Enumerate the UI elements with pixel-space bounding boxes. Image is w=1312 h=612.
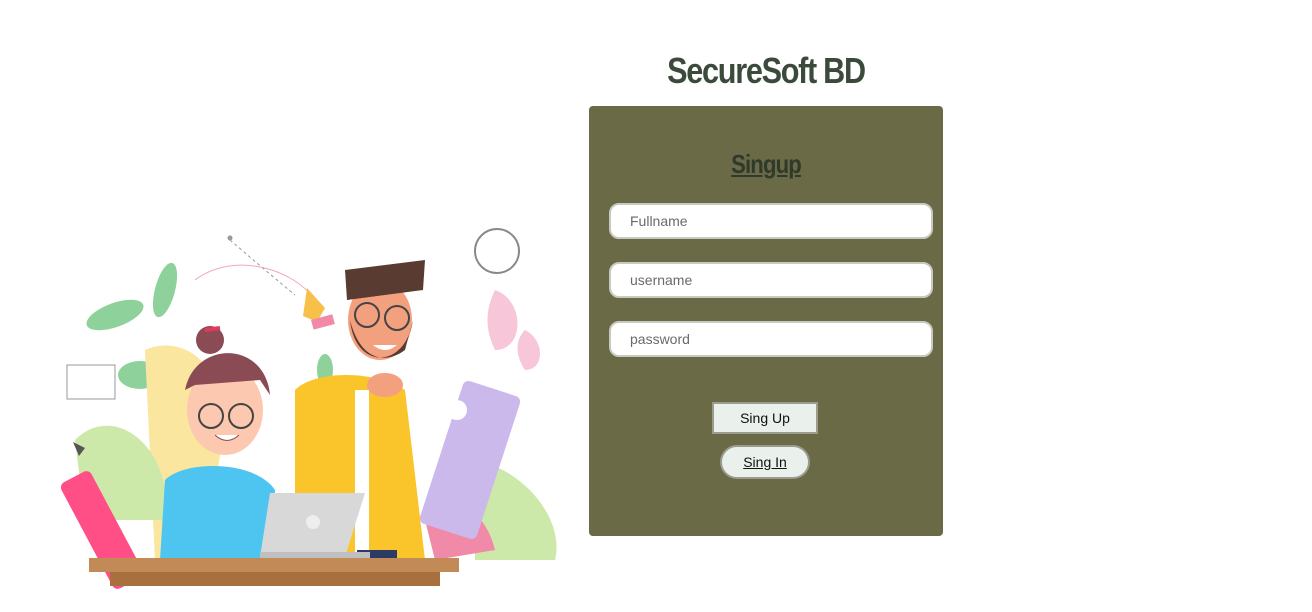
signin-button[interactable]: Sing In	[720, 445, 810, 479]
brand-title: SecureSoft BD	[667, 50, 866, 91]
desk-graphic	[89, 558, 459, 586]
form-title: Singup	[731, 149, 802, 179]
signup-card: Singup Sing Up Sing In	[589, 106, 943, 536]
password-input[interactable]	[609, 321, 933, 357]
signup-button[interactable]: Sing Up	[712, 402, 818, 434]
username-input[interactable]	[609, 262, 933, 298]
people-with-laptop-illustration	[60, 228, 557, 589]
pen-nib-icon	[303, 288, 325, 322]
fullname-input[interactable]	[609, 203, 933, 239]
